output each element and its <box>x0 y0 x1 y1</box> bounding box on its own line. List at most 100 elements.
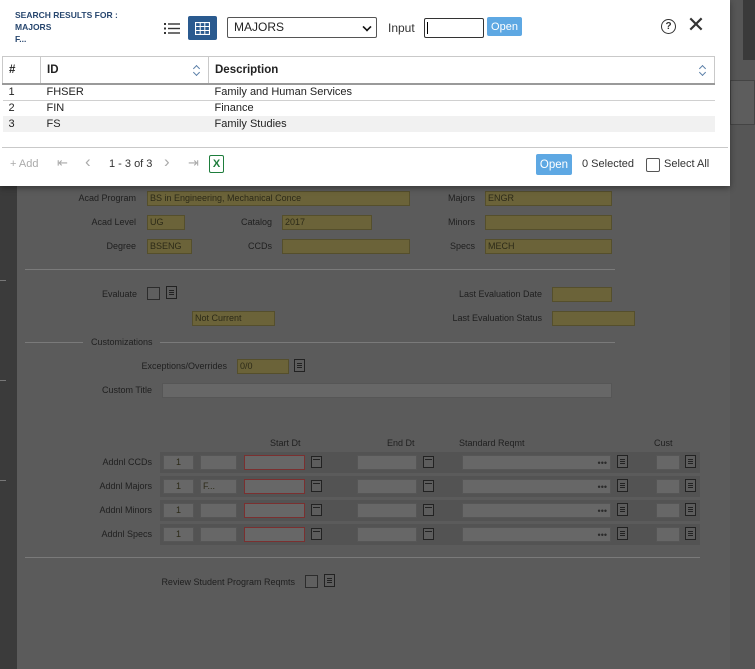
grid-view-button[interactable] <box>188 16 217 40</box>
evaluate-doc-icon[interactable] <box>166 286 177 299</box>
calendar-icon[interactable] <box>423 456 434 468</box>
addnl-end-date[interactable] <box>357 479 417 494</box>
select-all-checkbox[interactable] <box>646 158 660 172</box>
divider <box>25 342 83 343</box>
ellipsis-icon[interactable]: ••• <box>598 482 607 492</box>
right-sidebar <box>730 0 755 669</box>
calendar-icon[interactable] <box>311 480 322 492</box>
addnl-end-date[interactable] <box>357 503 417 518</box>
calendar-icon[interactable] <box>311 504 322 516</box>
reqmt-doc-icon[interactable] <box>617 527 628 540</box>
custom-title-label: Custom Title <box>101 385 152 395</box>
review-doc-icon[interactable] <box>324 574 335 587</box>
col-header-description[interactable]: Description <box>208 56 715 85</box>
addnl-count[interactable]: 1 <box>163 527 194 542</box>
catalog-field[interactable]: 2017 <box>282 215 372 230</box>
add-button[interactable]: + Add <box>10 158 38 170</box>
addnl-start-date[interactable] <box>244 455 305 470</box>
addnl-cust[interactable] <box>656 503 680 518</box>
table-row[interactable]: 3 FS Family Studies <box>2 116 715 132</box>
list-view-button[interactable] <box>160 17 184 39</box>
majors-field[interactable]: ENGR <box>485 191 612 206</box>
addnl-count[interactable]: 1 <box>163 503 194 518</box>
help-icon[interactable]: ? <box>661 19 676 34</box>
prev-page-icon[interactable]: ‹ <box>85 152 91 172</box>
addnl-code[interactable]: F... <box>200 479 237 494</box>
addnl-start-date[interactable] <box>244 479 305 494</box>
addnl-std-reqmt[interactable]: ••• <box>462 479 611 494</box>
addnl-cust[interactable] <box>656 455 680 470</box>
addnl-start-date[interactable] <box>244 527 305 542</box>
table-row[interactable]: 1 FHSER Family and Human Services <box>2 83 715 101</box>
addnl-cust[interactable] <box>656 479 680 494</box>
dialog-title: SEARCH RESULTS FOR : MAJORS F... <box>15 9 125 45</box>
calendar-icon[interactable] <box>423 504 434 516</box>
footer-divider <box>2 147 728 148</box>
specs-field[interactable]: MECH <box>485 239 612 254</box>
ccds-field[interactable] <box>282 239 410 254</box>
addnl-start-date[interactable] <box>244 503 305 518</box>
addnl-count[interactable]: 1 <box>163 455 194 470</box>
cust-doc-icon[interactable] <box>685 503 696 516</box>
calendar-icon[interactable] <box>311 456 322 468</box>
addnl-code[interactable] <box>200 503 237 518</box>
review-checkbox[interactable] <box>305 575 318 588</box>
last-eval-date-field[interactable] <box>552 287 612 302</box>
ellipsis-icon[interactable]: ••• <box>598 458 607 468</box>
sort-icon[interactable] <box>193 65 200 76</box>
addnl-std-reqmt[interactable]: ••• <box>462 527 611 542</box>
ellipsis-icon[interactable]: ••• <box>598 530 607 540</box>
title-line: SEARCH RESULTS FOR : <box>15 10 118 20</box>
col-header-num[interactable]: # <box>2 56 41 85</box>
next-page-icon[interactable]: › <box>164 152 170 172</box>
cust-doc-icon[interactable] <box>685 527 696 540</box>
acad-program-field[interactable]: BS in Engineering, Mechanical Conce <box>147 191 410 206</box>
addnl-end-date[interactable] <box>357 455 417 470</box>
col-header-id[interactable]: ID <box>40 56 209 85</box>
side-tab[interactable] <box>730 80 755 125</box>
exceptions-doc-icon[interactable] <box>294 359 305 372</box>
cust-doc-icon[interactable] <box>685 479 696 492</box>
calendar-icon[interactable] <box>423 480 434 492</box>
specs-label: Specs <box>449 241 475 251</box>
sort-icon[interactable] <box>699 65 706 76</box>
ellipsis-icon[interactable]: ••• <box>598 506 607 516</box>
excel-export-icon[interactable]: X <box>209 155 224 173</box>
addnl-code[interactable] <box>200 455 237 470</box>
addnl-std-reqmt[interactable]: ••• <box>462 455 611 470</box>
selected-count: 0 Selected <box>582 158 634 170</box>
last-eval-date-label: Last Evaluation Date <box>458 289 542 299</box>
last-eval-status-field[interactable] <box>552 311 635 326</box>
search-type-select[interactable]: MAJORS <box>227 17 377 38</box>
addnl-end-date[interactable] <box>357 527 417 542</box>
addnl-minors-label: Addnl Minors <box>99 505 152 515</box>
search-input[interactable] <box>424 18 484 38</box>
degree-field[interactable]: BSENG <box>147 239 192 254</box>
open-selected-button[interactable]: Open <box>536 154 572 175</box>
cust-doc-icon[interactable] <box>685 455 696 468</box>
open-button[interactable]: Open <box>487 17 522 36</box>
table-row[interactable]: 2 FIN Finance <box>3 100 715 116</box>
select-all-label[interactable]: Select All <box>664 158 709 170</box>
first-page-icon[interactable]: ⇤ <box>57 155 68 171</box>
reqmt-doc-icon[interactable] <box>617 503 628 516</box>
custom-title-field[interactable] <box>162 383 612 398</box>
last-page-icon[interactable]: ⇥ <box>188 155 199 171</box>
close-icon[interactable]: ✕ <box>686 14 706 36</box>
exceptions-field[interactable]: 0/0 <box>237 359 289 374</box>
acad-level-field[interactable]: UG <box>147 215 185 230</box>
list-icon <box>164 22 180 34</box>
addnl-code[interactable] <box>200 527 237 542</box>
scroll-grip[interactable] <box>743 0 755 60</box>
addnl-cust[interactable] <box>656 527 680 542</box>
addnl-std-reqmt[interactable]: ••• <box>462 503 611 518</box>
addnl-ccds-label: Addnl CCDs <box>102 457 152 467</box>
evaluate-checkbox[interactable] <box>147 287 160 300</box>
reqmt-doc-icon[interactable] <box>617 455 628 468</box>
reqmt-doc-icon[interactable] <box>617 479 628 492</box>
row-id: FIN <box>46 101 65 114</box>
addnl-count[interactable]: 1 <box>163 479 194 494</box>
minors-field[interactable] <box>485 215 612 230</box>
calendar-icon[interactable] <box>311 528 322 540</box>
calendar-icon[interactable] <box>423 528 434 540</box>
